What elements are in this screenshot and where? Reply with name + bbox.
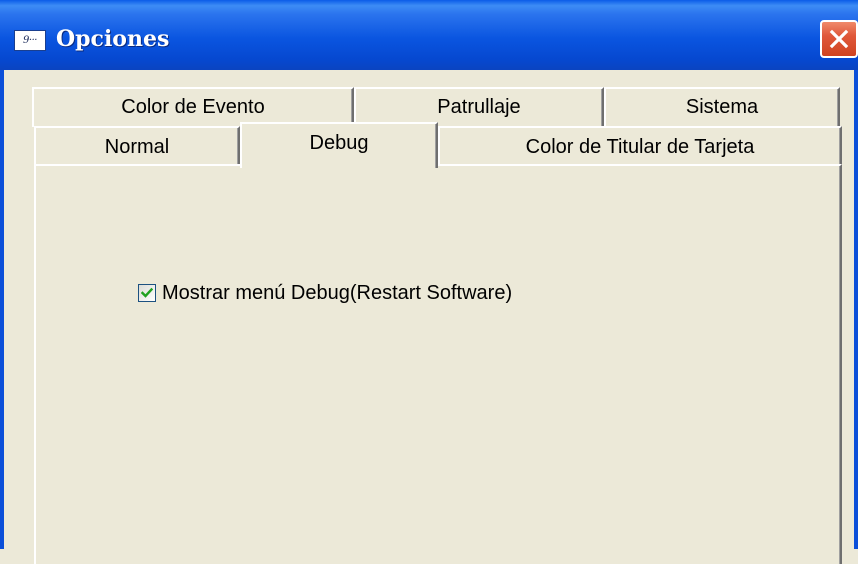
- window-title: Opciones: [56, 26, 170, 52]
- tab-patrullaje[interactable]: Patrullaje: [354, 87, 604, 127]
- tab-debug[interactable]: Debug: [240, 122, 438, 168]
- title-bar[interactable]: 9··· Opciones: [0, 0, 858, 70]
- tab-sistema[interactable]: Sistema: [604, 87, 840, 127]
- checkmark-icon: [141, 287, 153, 298]
- show-debug-menu-label: Mostrar menú Debug(Restart Software): [162, 281, 513, 304]
- show-debug-menu-checkbox[interactable]: [138, 284, 156, 302]
- close-icon: [829, 29, 849, 49]
- app-icon[interactable]: 9···: [14, 30, 46, 51]
- close-button[interactable]: [820, 20, 858, 58]
- tab-color-de-evento[interactable]: Color de Evento: [32, 87, 354, 127]
- options-window: 9··· Opciones Color de Evento Patrullaje…: [0, 0, 858, 564]
- tab-color-de-titular-de-tarjeta[interactable]: Color de Titular de Tarjeta: [438, 126, 842, 166]
- debug-tab-panel: [34, 164, 842, 564]
- tab-normal[interactable]: Normal: [34, 126, 240, 166]
- show-debug-menu-option[interactable]: Mostrar menú Debug(Restart Software): [138, 281, 512, 305]
